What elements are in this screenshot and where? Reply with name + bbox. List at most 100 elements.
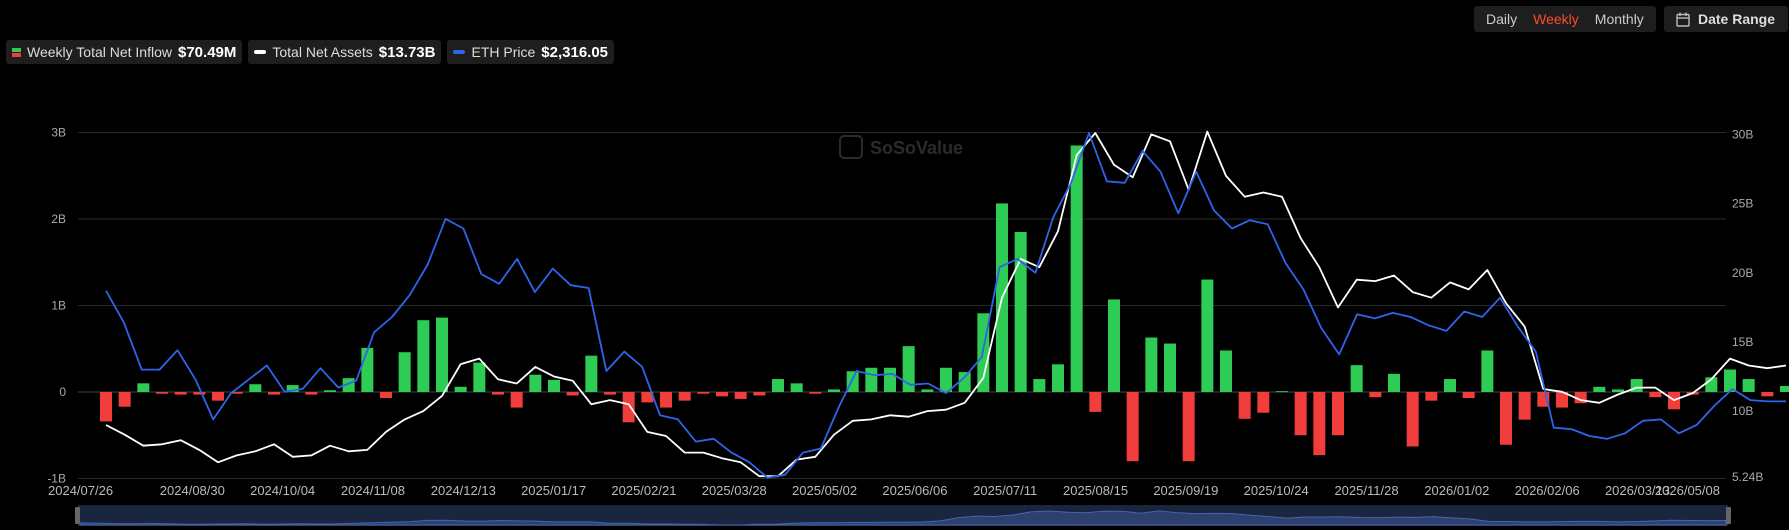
x-tick-label: 2024/10/04 (250, 483, 315, 498)
inflow-bar[interactable] (958, 372, 971, 392)
inflow-bar[interactable] (417, 320, 430, 392)
inflow-bar[interactable] (1369, 392, 1382, 398)
legend-price[interactable]: ETH Price $2,316.05 (447, 40, 615, 64)
inflow-bar[interactable] (1500, 392, 1512, 445)
inflow-bar[interactable] (1593, 386, 1606, 392)
x-tick-label: 2026/01/02 (1424, 483, 1489, 498)
inflow-bar[interactable] (1481, 350, 1494, 392)
inflow-bar[interactable] (1145, 337, 1158, 392)
assets-swatch-icon (254, 50, 267, 54)
inflow-bar[interactable] (1126, 392, 1139, 462)
inflow-bar[interactable] (174, 392, 187, 395)
inflow-bar[interactable] (1444, 379, 1456, 392)
inflow-bar[interactable] (492, 392, 504, 395)
tab-monthly[interactable]: Monthly (1587, 11, 1652, 27)
etf-flow-chart: SoSoValue -1B01B2B3B 5.24B10B15B20B25B30… (47, 126, 1789, 526)
inflow-bar[interactable] (1220, 350, 1232, 392)
inflow-bar[interactable] (1164, 343, 1176, 392)
inflow-bar[interactable] (1518, 392, 1531, 420)
inflow-bar[interactable] (118, 392, 131, 407)
inflow-bar[interactable] (660, 392, 672, 408)
inflow-bar[interactable] (716, 392, 728, 397)
inflow-bar[interactable] (1052, 364, 1064, 392)
inflow-bar[interactable] (622, 392, 635, 423)
inflow-bar[interactable] (734, 392, 747, 399)
inflow-bar[interactable] (1388, 373, 1400, 392)
left-tick-label: 0 (59, 385, 66, 399)
inflow-bar[interactable] (1462, 392, 1475, 399)
inflow-bar[interactable] (828, 389, 840, 392)
inflow-bar[interactable] (865, 367, 878, 392)
inflow-bar[interactable] (100, 392, 112, 422)
calendar-icon (1676, 12, 1690, 27)
inflow-bar[interactable] (529, 374, 542, 392)
range-navigator[interactable] (75, 505, 1731, 526)
inflow-bar[interactable] (1276, 391, 1288, 393)
inflow-bar[interactable] (361, 347, 374, 392)
inflow-bar[interactable] (585, 355, 598, 392)
tab-weekly[interactable]: Weekly (1525, 11, 1587, 27)
inflow-bar[interactable] (1780, 385, 1789, 392)
inflow-bar[interactable] (1649, 392, 1662, 398)
inflow-bar[interactable] (1350, 365, 1363, 392)
legend-price-label: ETH Price (471, 44, 536, 60)
inflow-bar[interactable] (193, 392, 206, 395)
inflow-bar[interactable] (884, 367, 896, 392)
inflow-bar[interactable] (566, 392, 579, 396)
inflow-bar[interactable] (436, 317, 448, 392)
inflow-bar[interactable] (1070, 145, 1083, 392)
inflow-bar[interactable] (921, 389, 934, 392)
inflow-bar[interactable] (697, 392, 710, 394)
inflow-bar[interactable] (604, 392, 616, 395)
inflow-bar[interactable] (1201, 279, 1214, 392)
legend-assets-value: $13.73B (378, 43, 436, 61)
inflow-bar[interactable] (1182, 392, 1195, 462)
x-tick-label: 2024/12/13 (431, 483, 496, 498)
inflow-bar[interactable] (1425, 392, 1438, 401)
inflow-bar[interactable] (1238, 392, 1251, 419)
inflow-bar[interactable] (398, 352, 411, 392)
date-range-button[interactable]: Date Range (1664, 6, 1788, 32)
inflow-bar[interactable] (1089, 392, 1102, 412)
x-tick-label: 2025/05/02 (792, 483, 857, 498)
tab-daily[interactable]: Daily (1478, 11, 1525, 27)
inflow-bar[interactable] (772, 379, 784, 392)
inflow-bar[interactable] (156, 392, 168, 394)
legend-price-value: $2,316.05 (541, 43, 609, 61)
inflow-bar[interactable] (1014, 231, 1027, 392)
inflow-bar[interactable] (1612, 389, 1624, 392)
inflow-bar[interactable] (324, 390, 336, 392)
inflow-bar[interactable] (510, 392, 523, 408)
price-swatch-icon (453, 50, 466, 54)
inflow-bar[interactable] (1033, 379, 1046, 392)
inflow-bar[interactable] (753, 392, 766, 396)
inflow-bar[interactable] (1313, 392, 1326, 456)
inflow-bar[interactable] (548, 379, 560, 392)
inflow-bar[interactable] (212, 392, 224, 401)
total-net-assets-line[interactable] (105, 130, 1787, 478)
inflow-bar[interactable] (1108, 299, 1120, 392)
x-tick-label: 2025/11/28 (1334, 483, 1398, 498)
inflow-bar[interactable] (1724, 369, 1736, 392)
navigator-right-handle[interactable] (1726, 507, 1731, 524)
inflow-bar[interactable] (380, 392, 392, 399)
inflow-bar[interactable] (1257, 392, 1270, 413)
x-tick-label: 2025/09/19 (1153, 483, 1218, 498)
legend-assets[interactable]: Total Net Assets $13.73B (248, 40, 442, 64)
inflow-bar[interactable] (305, 392, 318, 395)
inflow-bar[interactable] (809, 392, 822, 394)
inflow-bar[interactable] (1761, 392, 1774, 397)
inflow-bar[interactable] (1332, 392, 1344, 436)
legend-inflow[interactable]: Weekly Total Net Inflow $70.49M (6, 40, 243, 64)
navigator-left-handle[interactable] (75, 507, 80, 524)
inflow-bar[interactable] (454, 386, 467, 392)
inflow-bar[interactable] (1742, 379, 1755, 392)
inflow-bar[interactable] (790, 383, 803, 392)
inflow-bar[interactable] (137, 383, 150, 392)
inflow-bar[interactable] (678, 392, 691, 401)
inflow-bar[interactable] (1294, 392, 1307, 436)
inflow-bar[interactable] (473, 362, 486, 392)
inflow-bar[interactable] (1406, 392, 1419, 447)
inflow-bar[interactable] (249, 384, 262, 392)
inflow-bar[interactable] (268, 392, 280, 395)
